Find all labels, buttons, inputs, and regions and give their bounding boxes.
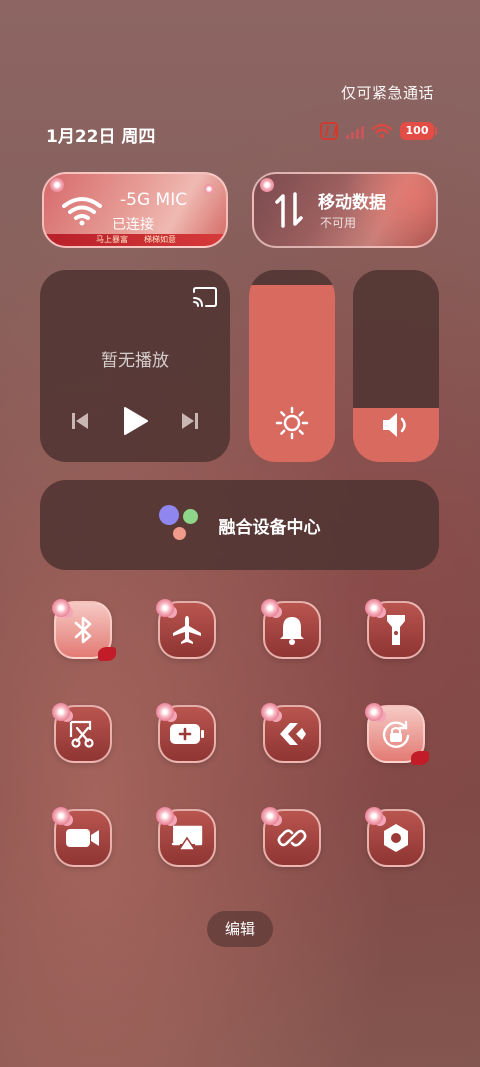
volume-slider[interactable] (353, 270, 439, 462)
sun-icon (249, 406, 335, 440)
device-center-icon (158, 503, 205, 547)
play-icon[interactable] (121, 406, 149, 440)
flower-decoration (156, 807, 174, 825)
media-empty-text: 暂无播放 (101, 351, 169, 371)
mobile-data-status: 不可用 (320, 216, 357, 230)
ribbon-decoration (98, 647, 116, 661)
emergency-call-text: 仅可紧急通话 (340, 84, 434, 102)
status-icons: 100 (320, 122, 437, 140)
screen-cast-toggle[interactable] (156, 807, 216, 867)
wifi-status: 已连接 (112, 217, 154, 233)
wifi-status-icon (372, 123, 392, 139)
battery-saver-toggle[interactable] (156, 703, 216, 763)
nfc-icon (320, 122, 338, 140)
flower-decoration (50, 178, 64, 192)
media-controls (40, 406, 230, 440)
multi-link-toggle[interactable] (261, 807, 321, 867)
wifi-tile[interactable]: -5G MIC 已连接 马上暴富 梯梯如意 (42, 172, 228, 248)
flower-decoration (365, 807, 383, 825)
flower-decoration (260, 178, 274, 192)
nut-icon (381, 822, 411, 854)
ring-mode-toggle[interactable] (261, 599, 321, 659)
scissors-icon (68, 719, 98, 749)
decor-text-right: 梯梯如意 (144, 235, 176, 244)
device-center-card[interactable]: 融合设备中心 (40, 480, 439, 570)
link-icon (276, 822, 308, 854)
flower-decoration (365, 703, 383, 721)
bluetooth-icon (71, 615, 95, 645)
wifi-icon (62, 196, 102, 230)
flower-decoration (52, 599, 70, 617)
cast-icon[interactable] (192, 286, 218, 312)
bell-icon (278, 614, 306, 646)
edit-button[interactable]: 编辑 (207, 911, 273, 947)
flower-decoration (261, 599, 279, 617)
cast-screen-icon (171, 824, 203, 852)
ribbon-decoration (411, 751, 429, 765)
settings-toggle[interactable] (365, 807, 425, 867)
flashlight-toggle[interactable] (365, 599, 425, 659)
next-track-icon[interactable] (180, 411, 200, 435)
share-toggle[interactable] (261, 703, 321, 763)
bluetooth-toggle[interactable] (52, 599, 116, 661)
video-icon (65, 826, 101, 850)
flashlight-icon (385, 613, 407, 647)
flower-decoration (156, 599, 174, 617)
rotation-lock-icon (380, 718, 412, 750)
airplane-mode-toggle[interactable] (156, 599, 216, 659)
brightness-slider[interactable] (249, 270, 335, 462)
decor-text-left: 马上暴富 (96, 235, 128, 244)
mobile-data-title: 移动数据 (318, 193, 386, 213)
wifi-ssid: -5G MIC (120, 190, 188, 210)
battery-icon: 100 (400, 122, 437, 140)
share-icon (276, 719, 308, 749)
flower-decoration (261, 807, 279, 825)
flower-decoration (52, 703, 70, 721)
battery-plus-icon (169, 722, 205, 746)
screen-record-toggle[interactable] (52, 807, 112, 867)
mobile-data-tile[interactable]: 移动数据 不可用 (252, 172, 438, 248)
red-ribbon-decoration (44, 234, 226, 246)
previous-track-icon[interactable] (70, 411, 90, 435)
date-text: 1月22日 周四 (46, 127, 156, 147)
data-arrows-icon (274, 190, 304, 234)
screenshot-toggle[interactable] (52, 703, 112, 763)
flower-decoration (261, 703, 279, 721)
airplane-icon (171, 614, 203, 646)
media-player-card[interactable]: 暂无播放 (40, 270, 230, 462)
flower-decoration (52, 807, 70, 825)
flower-decoration (365, 599, 383, 617)
rotation-lock-toggle[interactable] (365, 703, 429, 765)
speaker-icon (353, 410, 439, 440)
signal-icon (346, 123, 364, 139)
flower-decoration (204, 184, 214, 194)
device-center-label: 融合设备中心 (218, 517, 321, 538)
flower-decoration (156, 703, 174, 721)
